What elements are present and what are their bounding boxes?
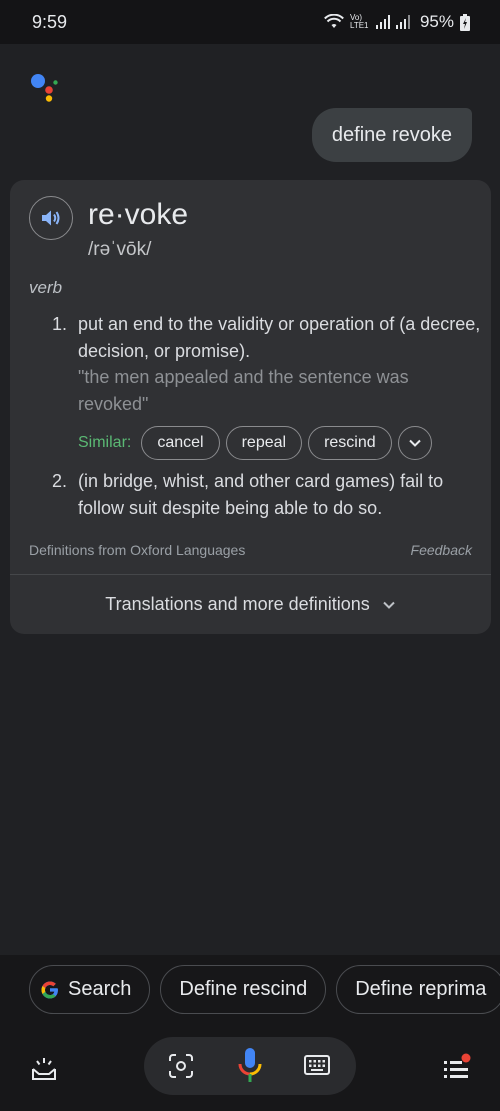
lens-icon[interactable] (168, 1053, 194, 1079)
assistant-bottom-bar (0, 1035, 500, 1111)
suggestion-define-reprimand[interactable]: Define reprima (336, 965, 500, 1014)
definition-card: re·voke /rəˈvōk/ verb 1. put an end to t… (10, 180, 491, 634)
user-query-bubble: define revoke (311, 108, 472, 162)
headword: re·voke (88, 198, 189, 231)
wifi-icon (324, 14, 344, 28)
part-of-speech: verb (29, 278, 63, 297)
suggestion-label: Define rescind (179, 978, 308, 1000)
definition-number: 2. (52, 471, 68, 491)
google-assistant-logo (31, 74, 58, 102)
query-text: define revoke (331, 123, 452, 146)
status-time: 9:59 (32, 11, 68, 32)
chevron-down-icon (408, 439, 421, 447)
suggestion-label: Search (68, 978, 132, 1000)
mic-icon[interactable] (238, 1047, 262, 1085)
battery-icon (460, 13, 470, 31)
menu-icon[interactable] (442, 1053, 472, 1083)
similar-label: Similar: (78, 434, 132, 451)
speaker-icon (42, 210, 60, 226)
suggestion-search[interactable]: Search (29, 965, 151, 1014)
input-pill (144, 1037, 356, 1095)
definition-item: 2. (in bridge, whist, and other card gam… (52, 468, 482, 521)
similar-chip-rescind[interactable]: rescind (308, 426, 392, 460)
google-g-icon (41, 981, 58, 998)
notification-dot (461, 1053, 471, 1063)
more-definitions-button[interactable]: Translations and more definitions (10, 575, 491, 634)
keyboard-icon[interactable] (304, 1055, 330, 1075)
suggestion-define-rescind[interactable]: Define rescind (160, 965, 327, 1014)
network-label: Vo) LTE1 (349, 13, 369, 30)
definition-number: 1. (52, 314, 68, 334)
definition-example: "the men appealed and the sentence was r… (78, 367, 409, 414)
snapshot-icon[interactable] (30, 1055, 58, 1083)
pronunciation-button[interactable] (29, 196, 73, 240)
feedback-link[interactable]: Feedback (411, 542, 472, 558)
definition-text: put an end to the validity or operation … (78, 314, 481, 361)
definition-item: 1. put an end to the validity or operati… (52, 311, 482, 417)
status-icons: Vo) LTE1 95% (324, 12, 470, 32)
phonetic-spelling: /rəˈvōk/ (88, 239, 152, 260)
signal-icon (375, 15, 410, 29)
definition-text: (in bridge, whist, and other card games)… (78, 471, 444, 518)
more-definitions-label: Translations and more definitions (105, 594, 370, 614)
battery-level: 95% (419, 12, 454, 31)
chevron-down-icon (383, 601, 395, 609)
expand-similar-button[interactable] (397, 426, 432, 460)
bottom-panel: Search Define rescind Define reprima (0, 955, 500, 1111)
suggestion-label: Define reprima (355, 978, 487, 1000)
similar-chip-cancel[interactable]: cancel (141, 426, 220, 460)
similar-words-row: Similar: cancel repeal rescind (78, 426, 432, 460)
source-attribution: Definitions from Oxford Languages (29, 542, 246, 558)
suggestion-chips: Search Define rescind Define reprima (29, 965, 500, 1014)
similar-chip-repeal[interactable]: repeal (225, 426, 303, 460)
status-bar: 9:59 Vo) LTE1 95% (0, 0, 500, 44)
